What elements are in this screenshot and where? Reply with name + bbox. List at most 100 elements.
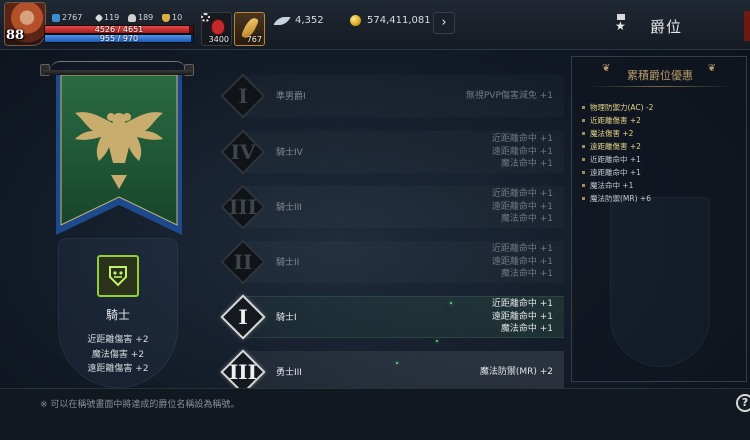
- rank-effect: 無視PVP傷害減免 +1: [465, 90, 553, 101]
- rank-effect: 遠距離命中 +1: [491, 201, 553, 212]
- top-bar: 88 2767 119 189 10 4526 / 4651 955 / 970…: [0, 0, 750, 50]
- potion-count: 3400: [208, 35, 229, 44]
- background-emblem: [610, 197, 710, 367]
- question-icon: ?: [741, 396, 749, 409]
- feather-count: 767: [246, 35, 262, 44]
- close-tab[interactable]: [744, 11, 750, 41]
- shield-icon: [52, 13, 60, 22]
- rank-row[interactable]: I 準男爵I 無視PVP傷害減免 +1: [218, 69, 564, 123]
- cumulative-item: 魔法傷害 +2: [582, 127, 653, 140]
- medal-icon: ★: [614, 14, 628, 34]
- rank-row[interactable]: III 騎士III 近距離命中 +1 遠距離命中 +1 魔法命中 +1: [218, 180, 564, 234]
- rank-effect: 近距離命中 +1: [491, 189, 553, 200]
- rank-row[interactable]: II 騎士II 近距離命中 +1 遠距離命中 +1 魔法命中 +1: [218, 235, 564, 289]
- rank-name: 騎士II: [276, 258, 300, 268]
- gear-icon[interactable]: [201, 13, 210, 22]
- rank-effect: 魔法命中 +1: [500, 324, 553, 335]
- rank-effect: 魔法命中 +1: [500, 214, 553, 225]
- rank-effect: 遠距離命中 +1: [491, 256, 553, 267]
- class-name: 騎士: [105, 308, 130, 322]
- rank-numeral: III: [228, 195, 258, 219]
- footer-note: ※ 可以在稱號畫面中將達成的爵位名稱設為稱號。: [40, 400, 240, 410]
- rank-effects: 近距離命中 +1 遠距離命中 +1 魔法命中 +1: [492, 290, 553, 344]
- rank-name: 準男爵I: [276, 92, 306, 102]
- rank-effect: 遠距離命中 +1: [491, 311, 553, 322]
- bullet-icon: [582, 132, 585, 135]
- class-panel: 騎士 近距離傷害 +2 魔法傷害 +2 遠距離傷害 +2: [0, 50, 210, 388]
- knight-shield-icon: [109, 266, 127, 287]
- rank-numeral: III: [228, 360, 258, 384]
- bullet-icon: [582, 171, 585, 174]
- bullet-icon: [582, 158, 585, 161]
- cumulative-item: 魔法防禦(MR) +6: [582, 192, 653, 205]
- rank-effects: 無視PVP傷害減免 +1: [466, 69, 553, 123]
- class-bonuses: 近距離傷害 +2 魔法傷害 +2 遠距離傷害 +2: [0, 333, 236, 377]
- wing-icon: [273, 16, 291, 25]
- rank-name: 勇士III: [276, 368, 302, 378]
- cumulative-benefits-panel: ❦ 累積爵位優惠 ❦ 物理防禦力(AC) -2 近距離傷害 +2 魔法傷害 +2…: [571, 56, 747, 382]
- divider: [586, 86, 734, 87]
- rank-effect: 魔法防禦(MR) +2: [479, 366, 553, 377]
- character-level: 88: [6, 28, 25, 43]
- sparkle-effect: [450, 302, 452, 304]
- cumulative-item: 近距離傷害 +2: [582, 114, 653, 127]
- rank-effect: 近距離命中 +1: [491, 134, 553, 145]
- rank-effects: 魔法防禦(MR) +2: [480, 345, 553, 388]
- rank-effect: 魔法命中 +1: [500, 159, 553, 170]
- rank-effect: 魔法命中 +1: [500, 269, 553, 280]
- class-bonus-item: 遠距離傷害 +2: [87, 364, 149, 374]
- wing-amount: 4,352: [295, 15, 324, 26]
- rank-name: 騎士III: [276, 203, 302, 213]
- cumulative-item: 物理防禦力(AC) -2: [582, 101, 653, 114]
- page-title: 爵位: [650, 18, 683, 36]
- ornament-right-icon: ❦: [707, 63, 716, 74]
- rank-name: 騎士IV: [276, 148, 303, 158]
- gold-currency: 574,411,081: [350, 15, 431, 26]
- potion-icon: [211, 19, 225, 35]
- bullet-icon: [582, 106, 585, 109]
- rank-row-next[interactable]: III 勇士III 魔法防禦(MR) +2: [218, 345, 564, 388]
- rank-numeral: I: [238, 305, 248, 329]
- cumulative-item: 魔法命中 +1: [582, 179, 653, 192]
- attack-stat: 119: [94, 13, 119, 22]
- rank-name: 騎士I: [276, 313, 297, 323]
- class-badge: [97, 255, 139, 297]
- cumulative-list: 物理防禦力(AC) -2 近距離傷害 +2 魔法傷害 +2 遠距離傷害 +2 近…: [582, 101, 653, 205]
- bullet-icon: [582, 145, 585, 148]
- cumulative-item: 遠距離命中 +1: [582, 166, 653, 179]
- mp-bar: 955 / 970: [44, 34, 194, 43]
- hp-bar: 4526 / 4651: [44, 25, 194, 34]
- class-bonus-item: 近距離傷害 +2: [87, 335, 149, 345]
- feather-slot[interactable]: 767: [234, 12, 265, 46]
- sword-icon: [94, 13, 104, 22]
- cumulative-item: 遠距離傷害 +2: [582, 140, 653, 153]
- rank-numeral: IV: [230, 140, 256, 164]
- rank-effect: 遠距離命中 +1: [491, 146, 553, 157]
- helmet-icon: [128, 13, 136, 22]
- rank-banner: [56, 75, 182, 247]
- rank-row-current[interactable]: I 騎士I 近距離命中 +1 遠距離命中 +1 魔法命中 +1: [218, 290, 564, 344]
- chevron-right-icon: ›: [441, 15, 447, 30]
- sparkle-effect: [396, 362, 398, 364]
- rank-numeral: I: [238, 84, 248, 108]
- cumulative-item: 近距離命中 +1: [582, 153, 653, 166]
- rank-effects: 近距離命中 +1 遠距離命中 +1 魔法命中 +1: [492, 235, 553, 289]
- bullet-icon: [582, 197, 585, 200]
- help-button[interactable]: ?: [736, 394, 750, 412]
- bullet-icon: [582, 184, 585, 187]
- rank-row[interactable]: IV 騎士IV 近距離命中 +1 遠距離命中 +1 魔法命中 +1: [218, 125, 564, 179]
- rank-effect: 近距離命中 +1: [491, 299, 553, 310]
- defense-stat: 189: [128, 13, 153, 22]
- gold-amount: 574,411,081: [367, 15, 431, 26]
- trophy-stat: 10: [162, 13, 182, 22]
- rank-effects: 近距離命中 +1 遠距離命中 +1 魔法命中 +1: [492, 180, 553, 234]
- mp-text: 955 / 970: [99, 34, 139, 43]
- wing-currency: 4,352: [273, 15, 324, 26]
- sparkle-effect: [436, 340, 438, 342]
- rank-list[interactable]: I 準男爵I 無視PVP傷害減免 +1 IV 騎士IV 近距離命中 +1 遠距離…: [218, 50, 564, 388]
- coin-icon: [350, 15, 361, 26]
- currency-expand-button[interactable]: ›: [433, 12, 455, 34]
- hp-text: 4526 / 4651: [94, 25, 144, 34]
- combat-power-stat: 2767: [52, 13, 82, 22]
- class-bonus-item: 魔法傷害 +2: [91, 349, 145, 360]
